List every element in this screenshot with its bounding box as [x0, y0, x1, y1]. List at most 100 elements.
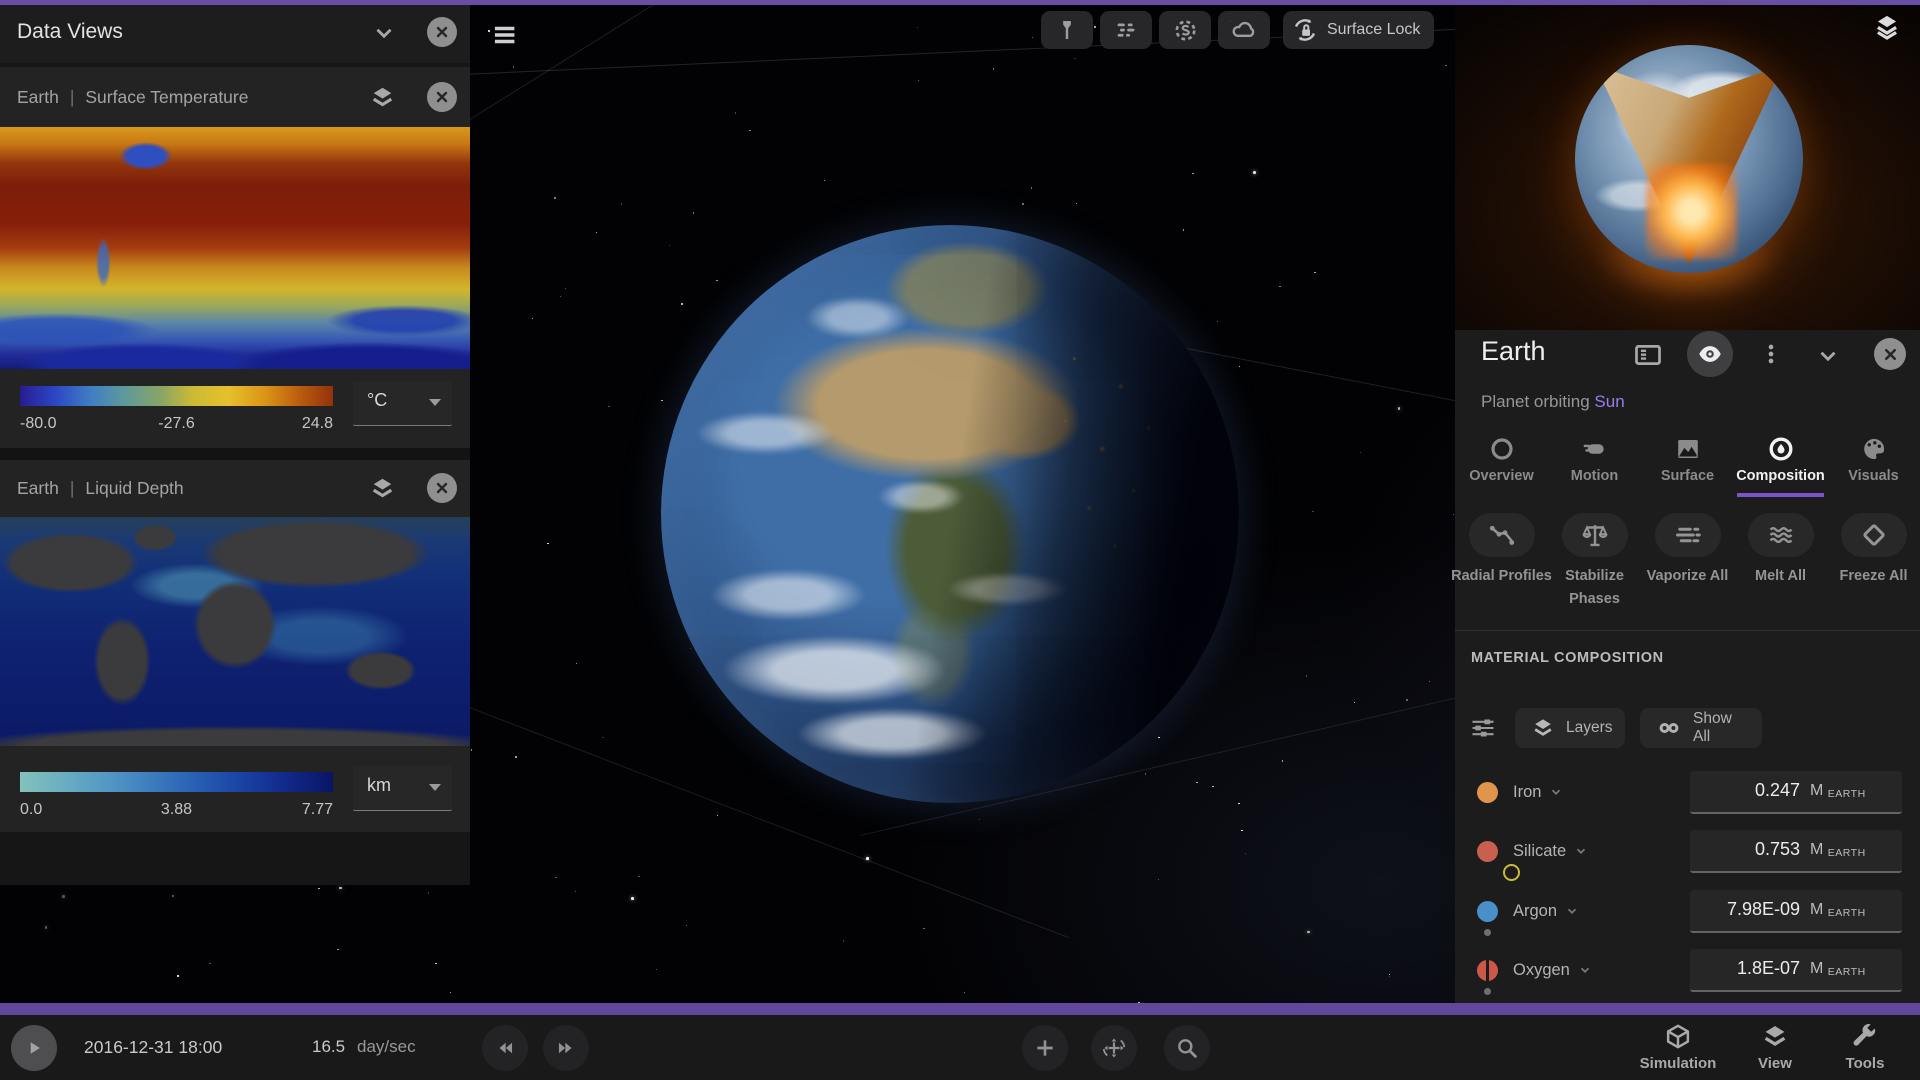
material-dropdown[interactable]: Silicate — [1513, 822, 1588, 880]
material-row-silicate: Silicate 0.753 M EARTH — [1455, 822, 1920, 881]
body-subtitle: Planet orbiting Sun — [1481, 392, 1625, 412]
scale-max: 24.8 — [301, 415, 333, 432]
cutaway-wedge — [1575, 45, 1803, 273]
scale-min: 0.0 — [20, 801, 43, 818]
visibility-eye-button[interactable] — [1687, 331, 1733, 377]
tab-surface[interactable]: Surface — [1641, 430, 1734, 497]
chevron-down-icon — [1574, 844, 1588, 858]
tab-visuals[interactable]: Visuals — [1827, 430, 1920, 497]
stabilize-phases-button[interactable]: Stabilize Phases — [1548, 505, 1641, 613]
radial-profiles-button[interactable]: Radial Profiles — [1451, 505, 1552, 613]
earth-night-side — [661, 225, 1239, 803]
bottom-toolbar: 2016-12-31 18:00 16.5 day/sec Simulation… — [0, 1015, 1920, 1080]
chevron-down-icon — [428, 398, 442, 408]
tab-motion[interactable]: Motion — [1548, 430, 1641, 497]
kebab-menu-icon[interactable] — [1758, 341, 1784, 367]
phase-dot — [1484, 929, 1491, 936]
layers-icon — [1531, 716, 1555, 740]
data-views-header: Data Views — [0, 5, 470, 63]
increase-speed-button[interactable] — [543, 1025, 589, 1071]
menu-button[interactable] — [490, 22, 518, 48]
tools-menu-button[interactable]: Tools — [1810, 1015, 1920, 1080]
layers-icon — [1761, 1022, 1790, 1051]
view-metric: Surface Temperature — [85, 86, 249, 107]
mass-value-field[interactable]: 7.98E-09 M EARTH — [1690, 890, 1902, 933]
simulation-speed-value[interactable]: 16.5 — [312, 1037, 345, 1057]
simulation-menu-button[interactable]: Simulation — [1623, 1015, 1733, 1080]
close-panel-button[interactable] — [1874, 338, 1906, 370]
motion-icon — [1581, 435, 1609, 463]
freeze-all-icon — [1840, 513, 1907, 557]
data-views-panel: Data Views Earth | Surface Temperature -… — [0, 5, 470, 885]
material-dropdown[interactable]: Oxygen — [1513, 941, 1592, 999]
layers-icon[interactable] — [369, 84, 396, 111]
chevron-down-icon — [1549, 785, 1563, 799]
view-planet: Earth — [17, 478, 59, 498]
material-composition-title: MATERIAL COMPOSITION — [1471, 650, 1664, 666]
mass-value-field[interactable]: 1.8E-07 M EARTH — [1690, 949, 1902, 992]
melt-all-button[interactable]: Melt All — [1734, 505, 1827, 613]
collapse-chevron-button[interactable] — [371, 20, 397, 46]
temperature-unit-select[interactable]: °C — [353, 381, 452, 426]
parent-body-link[interactable]: Sun — [1594, 392, 1624, 411]
mass-value-field[interactable]: 0.247 M EARTH — [1690, 771, 1902, 814]
view-header-surface-temperature: Earth | Surface Temperature — [0, 67, 470, 127]
layers-icon[interactable] — [1873, 12, 1901, 40]
tab-overview[interactable]: Overview — [1455, 430, 1548, 497]
decrease-speed-button[interactable] — [482, 1025, 528, 1071]
play-button[interactable] — [11, 1025, 57, 1071]
scale-min: -80.0 — [20, 415, 57, 432]
layers-icon[interactable] — [369, 475, 396, 502]
search-button[interactable] — [1164, 1025, 1210, 1071]
close-view-button[interactable] — [427, 82, 457, 112]
radial-profiles-icon — [1468, 513, 1535, 557]
overview-icon — [1488, 435, 1516, 463]
surface-lock-button[interactable]: Surface Lock — [1283, 11, 1435, 49]
properties-panel-icon[interactable] — [1632, 339, 1664, 371]
accent-top-bar — [0, 0, 1920, 5]
vaporize-all-icon — [1654, 513, 1721, 557]
earth-cutaway-globe — [1575, 45, 1803, 273]
mass-value-field[interactable]: 0.753 M EARTH — [1690, 830, 1902, 873]
flashlight-button[interactable] — [1041, 11, 1093, 49]
material-dropdown[interactable]: Iron — [1513, 763, 1563, 821]
property-tabs: Overview Motion Surface Composition Visu — [1455, 430, 1920, 497]
add-object-button[interactable] — [1022, 1025, 1068, 1071]
close-panel-button[interactable] — [427, 17, 457, 47]
layers-label: Layers — [1566, 719, 1613, 736]
simulation-datetime[interactable]: 2016-12-31 18:00 — [84, 1037, 222, 1058]
section-divider — [1455, 630, 1920, 631]
material-row-argon: Argon 7.98E-09 M EARTH — [1455, 882, 1920, 940]
clouds-button[interactable] — [1218, 11, 1270, 49]
view-header-liquid-depth: Earth | Liquid Depth — [0, 460, 470, 517]
surface-icon — [1674, 435, 1702, 463]
liquid-unit-select[interactable]: km — [353, 766, 452, 811]
stabilize-phases-icon — [1561, 513, 1628, 557]
material-dropdown[interactable]: Argon — [1513, 882, 1579, 940]
silicate-swatch-icon — [1477, 841, 1520, 881]
surface-lock-icon — [1291, 16, 1319, 44]
melt-all-icon — [1747, 513, 1814, 557]
oxygen-swatch-icon — [1477, 960, 1498, 981]
close-view-button[interactable] — [427, 473, 457, 503]
vaporize-all-button[interactable]: Vaporize All — [1641, 505, 1734, 613]
show-all-label: Show All — [1693, 710, 1732, 745]
show-all-toggle-button[interactable]: Show All — [1640, 708, 1762, 748]
cube-icon — [1664, 1022, 1693, 1051]
filter-sliders-icon[interactable] — [1469, 714, 1497, 742]
focus-camera-button[interactable] — [1091, 1025, 1137, 1071]
trails-button[interactable] — [1100, 11, 1152, 49]
layers-toggle-button[interactable]: Layers — [1515, 708, 1625, 748]
collapse-chevron-button[interactable] — [1815, 343, 1841, 369]
orbits-button[interactable] — [1159, 11, 1211, 49]
subtitle-text: Planet orbiting — [1481, 392, 1590, 411]
chevron-down-icon — [1565, 904, 1579, 918]
surface-lock-label: Surface Lock — [1327, 21, 1421, 38]
liquid-depth-map — [0, 517, 470, 746]
temperature-colorbar — [20, 386, 333, 406]
scale-mid: -27.6 — [158, 415, 195, 432]
material-row-iron: Iron 0.247 M EARTH — [1455, 763, 1920, 821]
earth-globe[interactable] — [661, 225, 1239, 803]
freeze-all-button[interactable]: Freeze All — [1827, 505, 1920, 613]
tab-composition[interactable]: Composition — [1734, 430, 1827, 497]
